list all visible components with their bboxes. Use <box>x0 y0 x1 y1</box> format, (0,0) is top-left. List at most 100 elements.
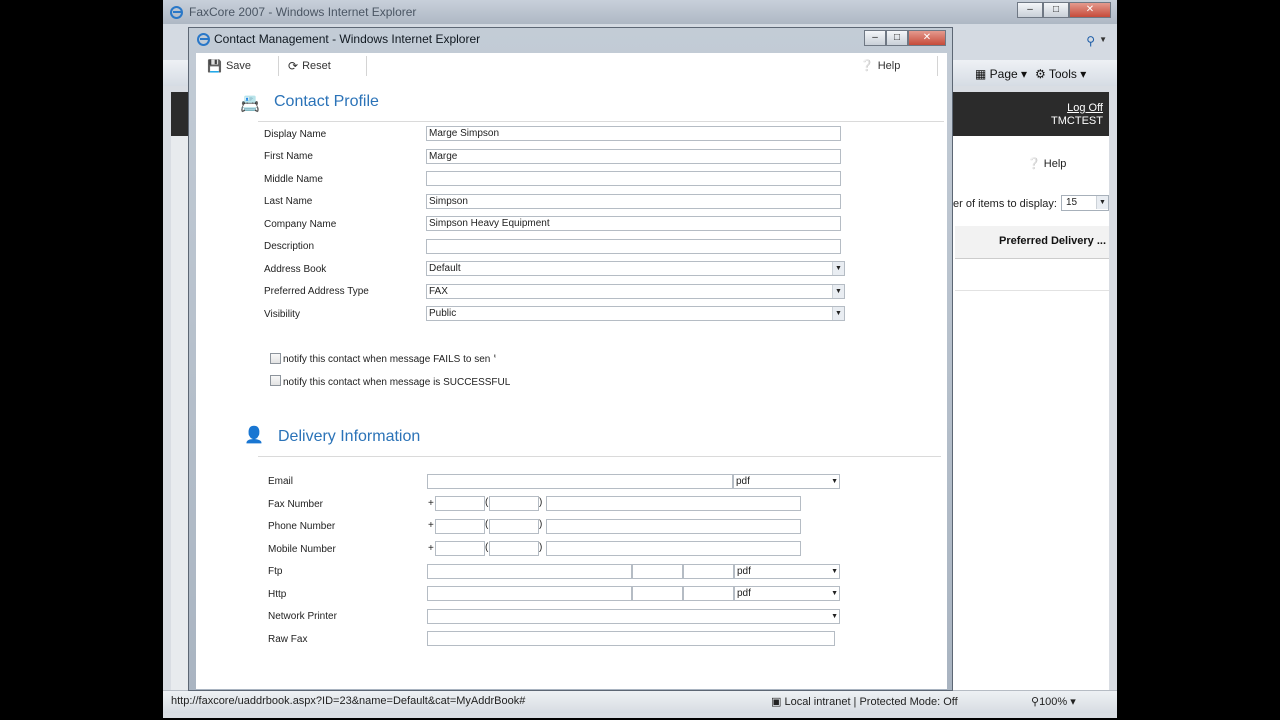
log-off-link[interactable]: Log Off <box>1067 102 1103 114</box>
search-icon[interactable]: ⚲ <box>1086 34 1095 48</box>
company-name-field[interactable]: Simpson Heavy Equipment <box>426 216 841 231</box>
http-password-field[interactable] <box>683 586 734 601</box>
gear-icon: ⚙ <box>1035 67 1049 81</box>
popup-minimize-button[interactable]: – <box>864 30 886 46</box>
status-bar: http://faxcore/uaddrbook.aspx?ID=23&name… <box>163 690 1117 713</box>
popup-maximize-button[interactable]: □ <box>886 30 908 46</box>
http-label: Http <box>268 589 287 600</box>
maximize-button[interactable]: □ <box>1043 2 1069 18</box>
email-format-select[interactable]: pdf ▼ <box>733 474 840 489</box>
fax-country-code-field[interactable] <box>435 496 485 511</box>
chevron-down-icon: ▼ <box>831 568 838 575</box>
fax-area-code-field[interactable] <box>489 496 539 511</box>
popup-toolbar: 💾 Save ⟳ Reset ❔ Help <box>196 53 947 80</box>
contact-card-icon: 📇 <box>240 96 260 113</box>
area-code-open-paren: ( <box>485 519 489 530</box>
search-dropdown-icon[interactable]: ▼ <box>1099 35 1107 44</box>
http-url-field[interactable] <box>427 586 632 601</box>
contact-management-window: Contact Management - Windows Internet Ex… <box>188 27 953 691</box>
ftp-label: Ftp <box>268 566 283 577</box>
delivery-information-heading: Delivery Information <box>278 428 421 445</box>
raw-fax-field[interactable] <box>427 631 835 646</box>
popup-close-button[interactable]: ✕ <box>908 30 946 46</box>
email-label: Email <box>268 476 294 487</box>
display-name-field[interactable]: Marge Simpson <box>426 126 841 141</box>
ftp-user-field[interactable] <box>632 564 683 579</box>
minimize-button[interactable]: – <box>1017 2 1043 18</box>
save-button[interactable]: 💾 Save <box>207 59 251 73</box>
refresh-icon: ⟳ <box>288 59 299 73</box>
email-field[interactable] <box>427 474 733 489</box>
section-divider <box>258 121 944 122</box>
country-code-plus: + <box>428 498 434 509</box>
tools-menu[interactable]: ⚙ Tools ▾ <box>1035 67 1086 81</box>
address-book-select[interactable]: Default ▼ <box>426 261 845 276</box>
chevron-down-icon: ▼ <box>832 307 844 320</box>
help-icon: ❔ <box>1027 158 1041 170</box>
items-to-display-label: er of items to display: <box>953 198 1057 210</box>
last-name-field[interactable]: Simpson <box>426 194 841 209</box>
preferred-address-type-select[interactable]: FAX ▼ <box>426 284 845 299</box>
help-button[interactable]: ❔ Help <box>860 59 900 73</box>
first-name-label: First Name <box>264 151 313 162</box>
visibility-select[interactable]: Public ▼ <box>426 306 845 321</box>
company-name-label: Company Name <box>264 219 337 230</box>
phone-area-code-field[interactable] <box>489 519 539 534</box>
zoom-icon: ⚲ <box>1031 696 1040 708</box>
description-field[interactable] <box>426 239 841 254</box>
items-to-display-select[interactable]: 15 ▼ <box>1061 195 1109 211</box>
notify-success-checkbox[interactable] <box>270 375 281 386</box>
page-icon: ▦ <box>975 67 990 81</box>
country-code-plus: + <box>428 520 434 531</box>
status-zone: ▣ Local intranet | Protected Mode: Off <box>771 696 958 708</box>
phone-number-field[interactable] <box>546 519 801 534</box>
ie-logo-icon <box>197 33 210 46</box>
floppy-disk-icon: 💾 <box>207 59 222 73</box>
table-row[interactable] <box>955 262 1109 291</box>
http-format-select[interactable]: pdf ▼ <box>734 586 840 601</box>
zoom-control[interactable]: ⚲100% ▾ <box>1031 695 1076 708</box>
contact-form: 📇 Contact Profile Display Name Marge Sim… <box>196 79 947 689</box>
area-code-open-paren: ( <box>485 542 489 553</box>
fax-number-label: Fax Number <box>268 499 324 510</box>
intranet-icon: ▣ <box>771 696 785 708</box>
first-name-field[interactable]: Marge <box>426 149 841 164</box>
column-header-preferred-delivery[interactable]: Preferred Delivery ... <box>999 235 1106 247</box>
background-help-button[interactable]: ❔ Help <box>1027 157 1066 170</box>
chevron-down-icon: ▼ <box>831 590 838 597</box>
fax-number-field[interactable] <box>546 496 801 511</box>
http-user-field[interactable] <box>632 586 683 601</box>
reset-button[interactable]: ⟳ Reset <box>288 59 331 73</box>
visibility-label: Visibility <box>264 309 300 320</box>
area-code-close-paren: ) <box>539 497 543 508</box>
mobile-number-field[interactable] <box>546 541 801 556</box>
middle-name-label: Middle Name <box>264 174 323 185</box>
country-code-plus: + <box>428 543 434 554</box>
network-printer-label: Network Printer <box>268 611 337 622</box>
notify-fail-label: notify this contact when message FAILS t… <box>283 354 496 365</box>
page-menu[interactable]: ▦ Page ▾ <box>975 67 1027 81</box>
person-check-icon: 👤 <box>244 427 264 444</box>
toolbar-divider <box>278 56 279 76</box>
area-code-close-paren: ) <box>539 542 543 553</box>
chevron-down-icon: ▼ <box>832 262 844 275</box>
area-code-close-paren: ) <box>539 519 543 530</box>
toolbar-divider <box>366 56 367 76</box>
address-book-label: Address Book <box>264 264 327 275</box>
ftp-format-select[interactable]: pdf ▼ <box>734 564 840 579</box>
mobile-area-code-field[interactable] <box>489 541 539 556</box>
ftp-host-field[interactable] <box>427 564 632 579</box>
raw-fax-label: Raw Fax <box>268 634 308 645</box>
phone-number-label: Phone Number <box>268 521 336 532</box>
ftp-password-field[interactable] <box>683 564 734 579</box>
chevron-down-icon: ▼ <box>832 285 844 298</box>
notify-fail-checkbox[interactable] <box>270 353 281 364</box>
network-printer-select[interactable]: ▼ <box>427 609 840 624</box>
chevron-down-icon: ▼ <box>831 613 838 620</box>
close-button[interactable]: ✕ <box>1069 2 1111 18</box>
middle-name-field[interactable] <box>426 171 841 186</box>
phone-country-code-field[interactable] <box>435 519 485 534</box>
preferred-address-type-label: Preferred Address Type <box>264 286 369 297</box>
mobile-country-code-field[interactable] <box>435 541 485 556</box>
user-name: TMCTEST <box>1051 115 1103 127</box>
